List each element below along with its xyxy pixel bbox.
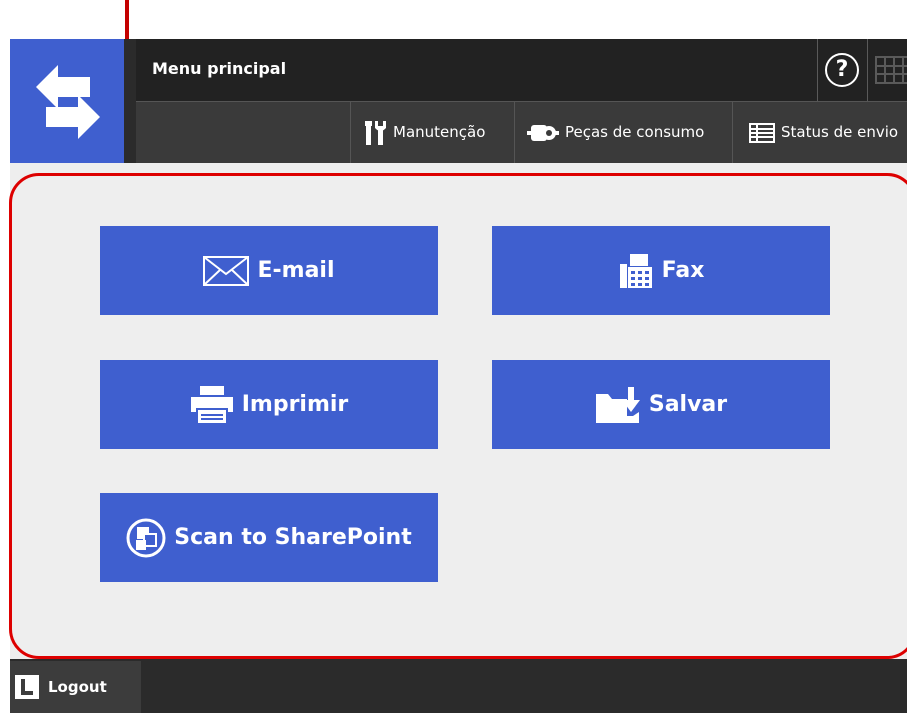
logout-label: Logout <box>48 678 107 696</box>
logout-icon <box>14 674 40 700</box>
pecas-button[interactable]: Peças de consumo <box>514 102 732 163</box>
keyboard-button[interactable] <box>867 39 907 101</box>
manutencao-label: Manutenção <box>393 123 486 141</box>
bottom-bar <box>10 659 907 713</box>
toner-icon <box>527 124 559 141</box>
double-arrow-icon <box>36 65 100 139</box>
logout-button[interactable]: Logout <box>10 661 141 713</box>
status-label: Status de envio <box>781 123 899 141</box>
page-title: Menu principal <box>152 59 287 78</box>
manutencao-button[interactable]: Manutenção <box>350 102 514 163</box>
title-row: Menu principal <box>136 39 907 101</box>
pecas-label: Peças de consumo <box>565 123 705 141</box>
keyboard-icon <box>875 56 907 84</box>
highlight-outline <box>9 173 907 659</box>
help-button[interactable]: ? <box>817 39 867 101</box>
wrench-screwdriver-icon <box>365 120 386 145</box>
help-icon: ? <box>825 53 859 87</box>
main-menu-screen: Menu principal ? Manutenção Peças de con… <box>0 0 907 713</box>
list-icon <box>749 122 775 143</box>
status-envio-button[interactable]: Status de envio <box>732 102 907 163</box>
toolbar: Manutenção Peças de consumo Status de en… <box>136 101 907 163</box>
app-logo <box>10 39 124 163</box>
